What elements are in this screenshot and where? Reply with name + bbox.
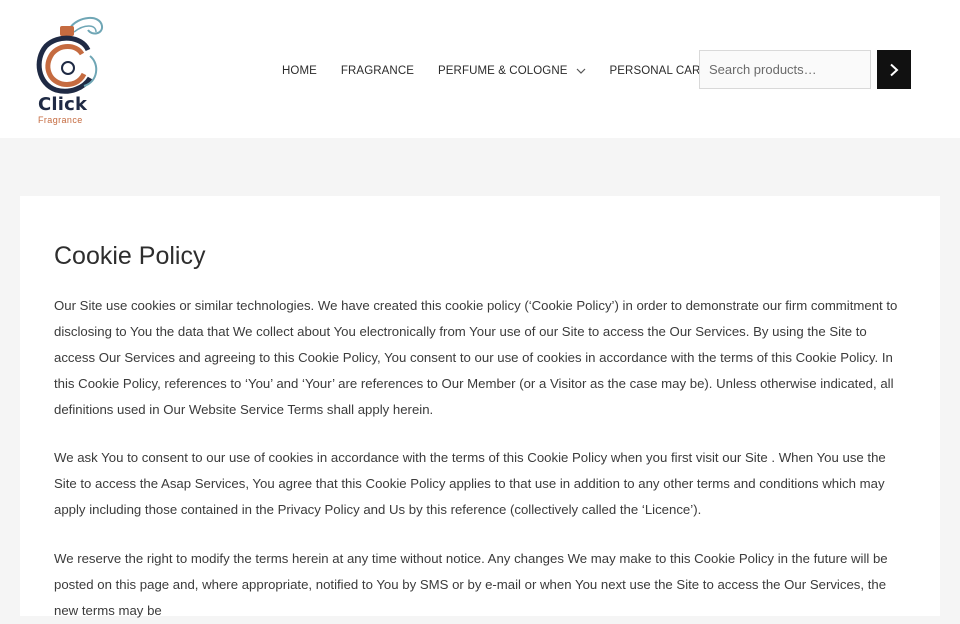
- logo-brand-name: Click: [38, 94, 88, 115]
- search-submit-button[interactable]: [877, 50, 911, 89]
- main-navigation: HOME FRAGRANCE PERFUME & COLOGNE PERSONA…: [270, 58, 738, 84]
- search-field: [699, 50, 871, 89]
- nav-item-label: PERFUME & COLOGNE: [438, 65, 568, 77]
- nav-item-home[interactable]: HOME: [270, 65, 329, 77]
- chevron-right-icon: [890, 63, 899, 76]
- nav-item-label: FRAGRANCE: [340, 65, 415, 77]
- perfume-bottle-logo-icon: [36, 17, 104, 94]
- search-input[interactable]: [700, 51, 870, 88]
- policy-paragraph: Our Site use cookies or similar technolo…: [54, 298, 898, 417]
- nav-item-perfume-cologne[interactable]: PERFUME & COLOGNE: [426, 65, 598, 77]
- nav-item-label: PERSONAL CARE: [609, 65, 709, 77]
- nav-item-fragrance[interactable]: FRAGRANCE: [329, 65, 426, 77]
- policy-paragraph: We reserve the right to modify the terms…: [54, 551, 888, 618]
- chevron-down-icon[interactable]: [576, 66, 586, 76]
- policy-paragraph: We ask You to consent to our use of cook…: [54, 450, 886, 517]
- site-header: Click Fragrance HOME FRAGRANCE PERFUME &…: [0, 0, 960, 138]
- logo-tagline: Fragrance: [38, 115, 83, 125]
- page-title: Cookie Policy: [54, 242, 206, 270]
- page-content: Cookie Policy Our Site use cookies or si…: [20, 196, 940, 618]
- nav-item-label: HOME: [282, 65, 317, 77]
